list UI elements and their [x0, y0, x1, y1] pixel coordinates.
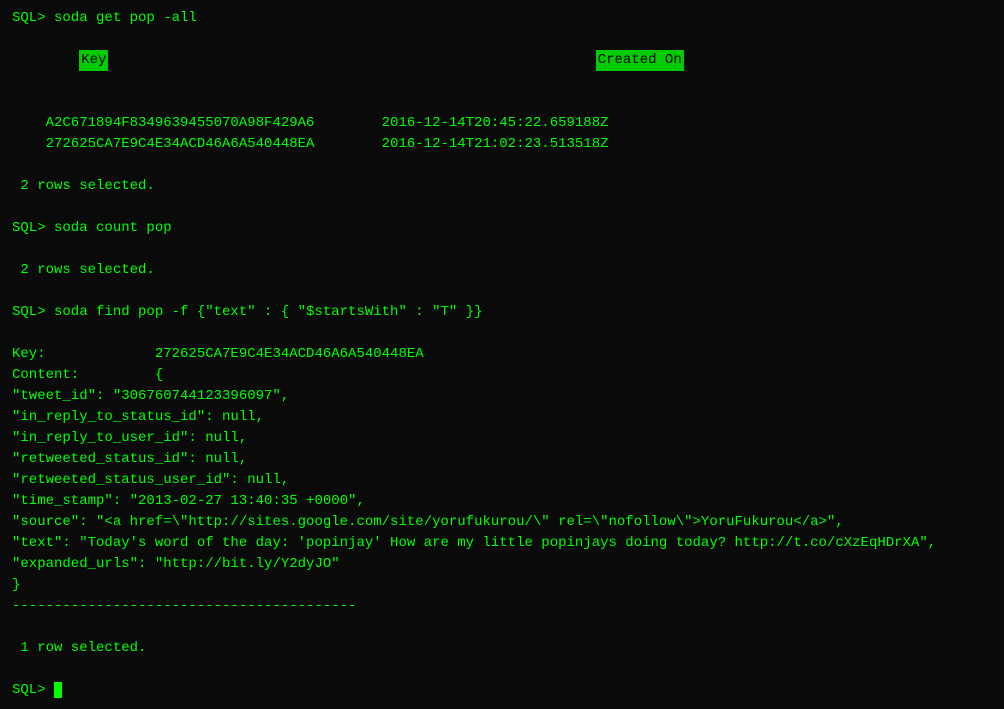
command-line-3: SQL> soda find pop -f {"text" : { "$star…: [12, 302, 992, 323]
col-gap: [108, 52, 595, 68]
json-reply-status: "in_reply_to_status_id": null,: [12, 407, 992, 428]
prompt-final: SQL>: [12, 682, 54, 698]
result-1: 2 rows selected.: [12, 176, 992, 197]
json-retweet-user: "retweeted_status_user_id": null,: [12, 470, 992, 491]
json-retweet-status: "retweeted_status_id": null,: [12, 449, 992, 470]
empty-line-6: [12, 323, 992, 344]
empty-line-8: [12, 659, 992, 680]
separator-line: ----------------------------------------…: [12, 596, 992, 617]
final-prompt[interactable]: SQL>: [12, 680, 992, 701]
header-row: Key Created On: [12, 29, 992, 92]
created-on-header: Created On: [596, 50, 684, 71]
empty-line-4: [12, 239, 992, 260]
col1-spacer: [46, 52, 80, 68]
empty-line-5: [12, 281, 992, 302]
json-tweet-id: "tweet_id": "306760744123396097",: [12, 386, 992, 407]
empty-line-3: [12, 197, 992, 218]
result-2: 2 rows selected.: [12, 260, 992, 281]
terminal-window: SQL> soda get pop -all Key Created On A2…: [12, 8, 992, 701]
json-source: "source": "<a href=\"http://sites.google…: [12, 512, 992, 533]
json-urls: "expanded_urls": "http://bit.ly/Y2dyJO": [12, 554, 992, 575]
json-timestamp: "time_stamp": "2013-02-27 13:40:35 +0000…: [12, 491, 992, 512]
cursor: [54, 682, 62, 698]
key-line: Key: 272625CA7E9C4E34ACD46A6A540448EA: [12, 344, 992, 365]
empty-line-2: [12, 155, 992, 176]
json-close: }: [12, 575, 992, 596]
data-row-1: A2C671894F8349639455070A98F429A6 2016-12…: [12, 113, 992, 134]
data-row-2: 272625CA7E9C4E34ACD46A6A540448EA 2016-12…: [12, 134, 992, 155]
prompt-1: SQL> soda get pop -all: [12, 10, 197, 26]
json-reply-user: "in_reply_to_user_id": null,: [12, 428, 992, 449]
command-line-1: SQL> soda get pop -all: [12, 8, 992, 29]
json-text: "text": "Today's word of the day: 'popin…: [12, 533, 992, 554]
prompt-3: SQL> soda find pop -f {"text" : { "$star…: [12, 304, 482, 320]
command-line-2: SQL> soda count pop: [12, 218, 992, 239]
empty-line-1: [12, 92, 992, 113]
content-open: Content: {: [12, 365, 992, 386]
prompt-2: SQL> soda count pop: [12, 220, 172, 236]
result-3: 1 row selected.: [12, 638, 992, 659]
key-header: Key: [79, 50, 108, 71]
